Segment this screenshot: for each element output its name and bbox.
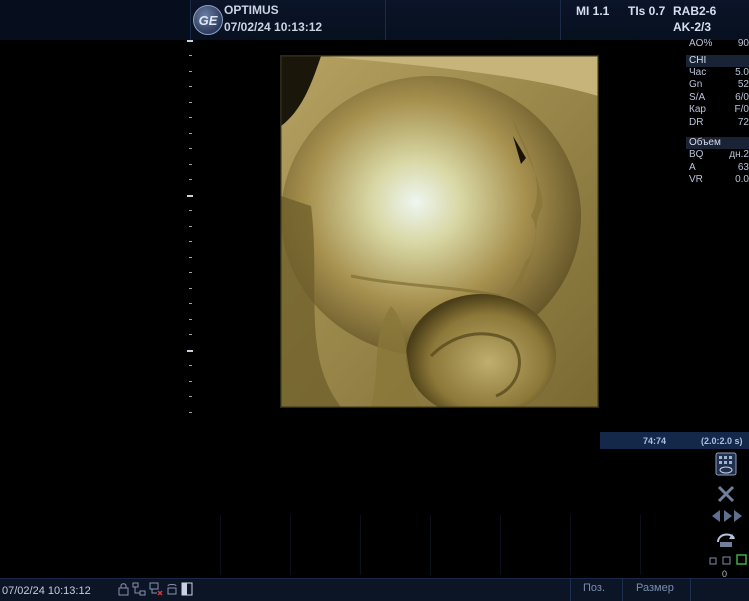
param-row-ao: AO% 90 [686, 38, 749, 51]
param-row: Кар F/0 [686, 104, 749, 117]
chi-section-header: CHI [686, 54, 749, 67]
depth-tick [189, 396, 192, 397]
printer-network-icon [149, 582, 163, 598]
arrows-icon[interactable] [710, 508, 744, 524]
depth-tick [189, 179, 192, 180]
depth-tick [187, 195, 193, 197]
depth-tick [189, 133, 192, 134]
cine-frame-counter: 74:74 [643, 436, 667, 446]
header-divider [560, 0, 561, 40]
header-divider [385, 0, 386, 40]
cine-time: (2.0:2.0 s) [701, 436, 743, 446]
depth-tick [189, 117, 192, 118]
depth-tick [189, 55, 192, 56]
depth-tick [189, 102, 192, 103]
param-label: Час [689, 66, 707, 78]
footer-separator [622, 579, 623, 601]
param-value: дн.2 [729, 149, 749, 160]
volume-section-header: Объем [686, 137, 749, 149]
preset-name: AK-2/3 [673, 20, 712, 34]
depth-tick [189, 164, 192, 165]
param-label: BQ [689, 149, 704, 160]
phone-icon [166, 582, 178, 598]
status-icons [118, 582, 193, 598]
depth-tick [189, 71, 192, 72]
param-label: DR [689, 116, 704, 128]
depth-tick [189, 257, 192, 258]
param-row: Час 5.0 [686, 67, 749, 80]
size-button[interactable]: Размер [636, 582, 674, 594]
divider [570, 515, 571, 575]
depth-tick [189, 365, 192, 366]
network-icon [132, 582, 146, 598]
rotate-tool-icon[interactable] [714, 528, 738, 550]
param-label: S/A [689, 91, 706, 103]
divider [500, 515, 501, 575]
param-label: AO% [689, 38, 713, 49]
depth-tick [189, 86, 192, 87]
parameter-panel: AO% 90 CHI Час 5.0 Gn 52 S/A 6/0 Кар F/0 DR 7… [686, 38, 749, 187]
divider [430, 515, 431, 575]
system-name: OPTIMUS [224, 3, 279, 17]
fetal-face-render [281, 56, 598, 407]
param-value: 52 [737, 79, 749, 90]
footer-separator [570, 579, 571, 601]
top-left-panel [0, 0, 191, 40]
divider [360, 515, 361, 575]
lock-icon [118, 582, 129, 598]
layout-boxes-icon[interactable] [706, 554, 749, 566]
param-value: 90 [737, 38, 749, 49]
param-row: Gn 52 [686, 79, 749, 92]
depth-tick [187, 350, 193, 352]
footer-separator [690, 579, 691, 601]
param-row: BQ дн.2 [686, 149, 749, 162]
param-row: VR 0.0 [686, 174, 749, 187]
footer-datetime: 07/02/24 10:13:12 [2, 585, 91, 597]
depth-tick [189, 288, 192, 289]
param-label: VR [689, 174, 703, 185]
ultrasound-3d-render[interactable] [280, 55, 599, 408]
divider [640, 515, 641, 575]
status-bar: 07/02/24 10:13:12 Поз. Размер [0, 578, 749, 601]
param-value: 5.0 [735, 66, 749, 78]
depth-tick [187, 40, 193, 42]
depth-tick [189, 303, 192, 304]
battery-icon [181, 582, 193, 598]
param-row: DR 72 [686, 117, 749, 130]
param-value: 63 [737, 161, 749, 173]
depth-tick [189, 210, 192, 211]
depth-tick [189, 412, 192, 413]
depth-tick [189, 241, 192, 242]
position-button[interactable]: Поз. [583, 582, 605, 594]
depth-tick [189, 148, 192, 149]
ge-logo: GE [193, 5, 223, 35]
depth-tick [189, 319, 192, 320]
header-datetime: 07/02/24 10:13:12 [224, 20, 323, 34]
param-value: 72 [737, 116, 749, 128]
keyboard-icon[interactable] [715, 452, 737, 476]
probe-name: RAB2-6 [673, 4, 717, 18]
cine-loop-bar[interactable]: 74:74 (2.0:2.0 s) [600, 432, 749, 449]
depth-scale [185, 40, 195, 420]
param-value: 6/0 [735, 91, 749, 103]
param-value: 0.0 [735, 174, 749, 185]
param-label: Gn [689, 79, 703, 90]
depth-tick [189, 381, 192, 382]
param-value: F/0 [734, 104, 749, 115]
param-row: A 63 [686, 162, 749, 175]
param-row: S/A 6/0 [686, 92, 749, 105]
depth-tick [189, 226, 192, 227]
param-label: Кар [689, 104, 706, 115]
divider [220, 515, 221, 575]
mechanical-index: MI 1.1 [576, 4, 610, 18]
divider [290, 515, 291, 575]
tool-icons [706, 452, 749, 582]
depth-tick [189, 334, 192, 335]
close-tool-icon[interactable] [716, 484, 736, 504]
thermal-index: TIs 0.7 [628, 4, 666, 18]
depth-tick [189, 272, 192, 273]
param-label: A [689, 161, 696, 173]
